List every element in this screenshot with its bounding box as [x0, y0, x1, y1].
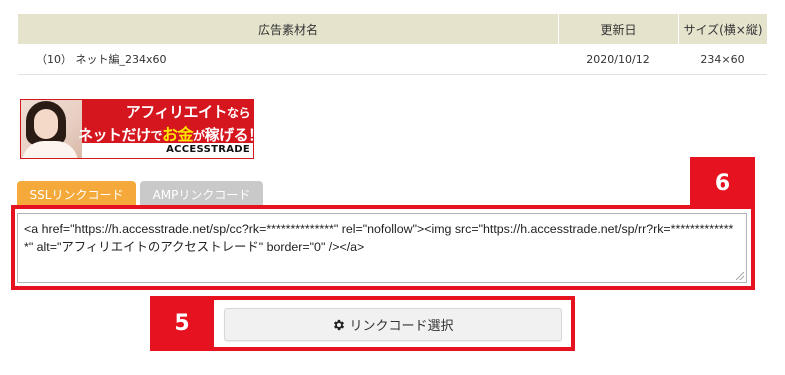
gear-icon [332, 318, 346, 332]
callout-badge-6: 6 [690, 157, 755, 209]
cell-material-name: （10） ネット編_234x60 [36, 53, 167, 66]
table-row: （10） ネット編_234x60 2020/10/12 234×60 [18, 44, 767, 75]
cell-size: 234×60 [700, 52, 745, 66]
tab-ssl-link-code[interactable]: SSLリンクコード [17, 181, 136, 207]
callout-badge-5: 5 [150, 297, 214, 350]
col-header-material-name: 広告素材名 [257, 22, 318, 37]
col-header-updated-date: 更新日 [558, 14, 678, 44]
table-header: 広告素材名 更新日 サイズ(横×縦) [18, 14, 767, 44]
tab-amp-link-code[interactable]: AMPリンクコード [140, 181, 263, 207]
col-header-size: サイズ(横×縦) [678, 14, 767, 44]
select-link-code-label: リンクコード選択 [349, 319, 454, 334]
cell-updated-date: 2020/10/12 [586, 52, 650, 66]
ad-banner-image: アフィリエイトなら ネットだけでお金が稼げる！ ACCESSTRADE [20, 99, 254, 159]
highlight-box-6 [11, 205, 755, 290]
select-link-code-button[interactable]: リンクコード選択 [224, 308, 562, 341]
